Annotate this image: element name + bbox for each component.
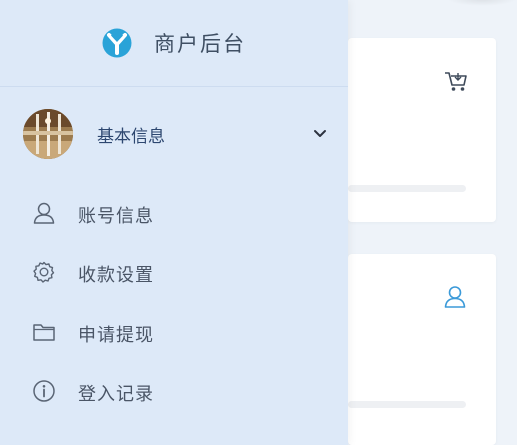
user-icon (33, 202, 55, 224)
user-icon (444, 286, 466, 308)
menu-item-withdraw[interactable]: 申请提现 (0, 312, 348, 352)
top-shadow (447, 0, 517, 6)
menu-item-login-log[interactable]: 登入记录 (0, 371, 348, 411)
main-content (348, 0, 517, 445)
user-profile-toggle[interactable]: 基本信息 (0, 104, 348, 164)
menu-item-label: 收款设置 (78, 265, 154, 286)
stat-card-orders[interactable] (348, 38, 496, 222)
cart-icon (445, 72, 467, 91)
app-title: 商户后台 (154, 32, 246, 56)
folder-icon (33, 324, 55, 341)
menu-item-label: 申请提现 (78, 325, 154, 346)
sidebar: 商户后台 基本信息 账号信息 收款设置 申请提现 登入记录 (0, 0, 348, 445)
user-name: 基本信息 (97, 127, 165, 147)
gear-icon (33, 261, 55, 283)
card-progress-bar (348, 401, 466, 408)
chevron-down-icon[interactable] (313, 129, 327, 139)
stat-card-users[interactable] (348, 254, 496, 445)
menu-item-label: 账号信息 (78, 206, 154, 227)
sidebar-header: 商户后台 (0, 0, 348, 87)
menu-item-account-info[interactable]: 账号信息 (0, 193, 348, 233)
card-progress-bar (348, 185, 466, 192)
info-icon (33, 380, 55, 402)
menu-item-payment-settings[interactable]: 收款设置 (0, 252, 348, 292)
menu-item-label: 登入记录 (78, 384, 154, 405)
y-logo-icon[interactable] (102, 28, 132, 58)
avatar[interactable] (23, 109, 73, 159)
